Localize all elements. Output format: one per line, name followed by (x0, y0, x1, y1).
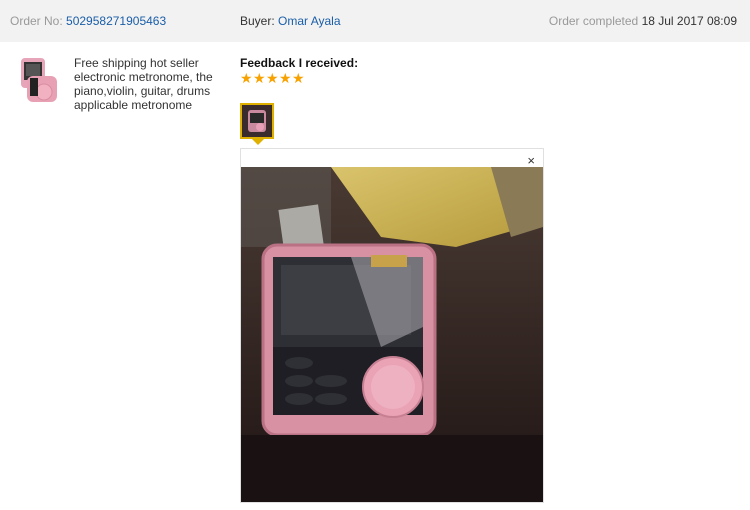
star-icon: ★ (266, 70, 279, 86)
feedback-label: Feedback I received: (240, 56, 359, 70)
thumbnail-pointer (252, 139, 264, 145)
product-thumbnail[interactable] (18, 58, 58, 106)
order-status-label: Order completed (548, 14, 639, 28)
product-title[interactable]: Free shipping hot seller electronic metr… (74, 56, 234, 112)
order-status-date: 18 Jul 2017 08:09 (641, 14, 737, 28)
metronome-photo (241, 167, 543, 502)
order-number-label: Order No: (10, 14, 63, 28)
buyer-label: Buyer: (240, 14, 275, 28)
close-icon[interactable]: × (527, 153, 535, 168)
rating-stars: ★ ★ ★ ★ ★ (240, 70, 305, 86)
star-icon: ★ (253, 70, 266, 86)
star-icon: ★ (240, 70, 253, 86)
photo-preview-panel: × (240, 148, 544, 503)
product-image (21, 58, 57, 102)
star-icon: ★ (292, 70, 305, 86)
order-status: Order completed 18 Jul 2017 08:09 (549, 14, 737, 28)
buyer-name-link[interactable]: Omar Ayala (278, 14, 340, 28)
feedback-photo-thumbnail[interactable] (240, 103, 274, 139)
star-icon: ★ (279, 70, 292, 86)
order-header: Order No: 502958271905463 Buyer: Omar Ay… (0, 0, 750, 42)
feedback-thumb-image (242, 105, 272, 137)
order-number-field: Order No: 502958271905463 (10, 14, 166, 28)
buyer-field: Buyer: Omar Ayala (240, 14, 341, 28)
order-number-link[interactable]: 502958271905463 (66, 14, 166, 28)
